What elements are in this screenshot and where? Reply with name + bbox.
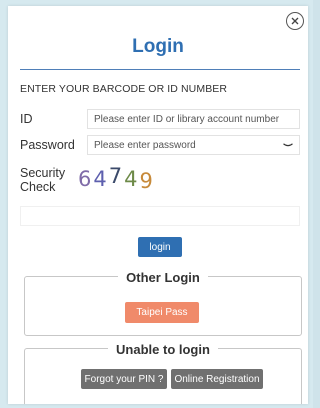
security-label-line1: Security <box>20 166 66 180</box>
dialog-title: Login <box>132 36 184 57</box>
security-check-input[interactable] <box>20 206 300 226</box>
login-dialog: Login ENTER YOUR BARCODE OR ID NUMBER ID… <box>8 6 308 404</box>
online-registration-button[interactable]: Online Registration <box>171 369 263 389</box>
close-button[interactable] <box>286 12 304 30</box>
captcha-digit: 4 <box>124 167 140 191</box>
title-divider <box>20 69 300 70</box>
password-input-placeholder: Please enter password <box>94 139 196 151</box>
unable-to-login-section: Unable to login Forgot your PIN ? Online… <box>24 342 302 404</box>
security-check-label: Security Check <box>20 166 65 194</box>
captcha-image: 64749 <box>78 164 155 193</box>
id-input-placeholder: Please enter ID or library account numbe… <box>94 113 280 125</box>
instructions-text: ENTER YOUR BARCODE OR ID NUMBER <box>20 83 228 95</box>
password-input[interactable]: Please enter password <box>87 135 300 155</box>
captcha-digit: 6 <box>78 167 94 191</box>
password-label: Password <box>20 138 75 152</box>
unable-legend: Unable to login <box>25 341 301 357</box>
captcha-digit: 7 <box>108 164 125 188</box>
security-label-line2: Check <box>20 180 56 194</box>
forgot-pin-button[interactable]: Forgot your PIN ? <box>81 369 167 389</box>
taipei-pass-button[interactable]: Taipei Pass <box>125 302 199 323</box>
page-background: Login ENTER YOUR BARCODE OR ID NUMBER ID… <box>0 0 313 408</box>
captcha-digit: 9 <box>139 169 155 193</box>
other-login-title: Other Login <box>118 270 208 285</box>
other-login-section: Other Login Taipei Pass <box>24 270 302 336</box>
hidden-eye-icon[interactable] <box>283 143 293 148</box>
other-login-legend: Other Login <box>25 269 301 285</box>
id-label: ID <box>20 112 33 126</box>
close-icon <box>291 17 299 25</box>
login-button[interactable]: login <box>138 237 182 257</box>
captcha-digit: 4 <box>93 167 109 191</box>
unable-title: Unable to login <box>108 342 218 357</box>
id-input[interactable]: Please enter ID or library account numbe… <box>87 109 300 129</box>
